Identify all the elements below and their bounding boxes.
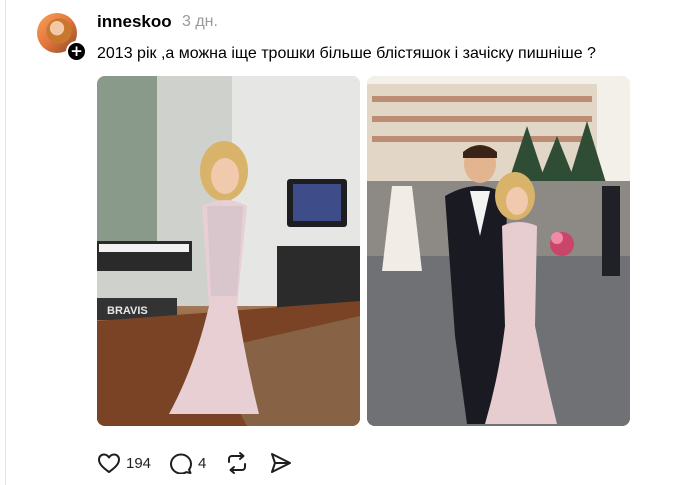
repost-button[interactable] — [224, 451, 250, 475]
photo-2-scene — [367, 76, 630, 426]
username[interactable]: inneskoo — [97, 12, 172, 32]
photo-1-scene: BRAVIS — [97, 76, 360, 426]
post-timestamp[interactable]: 3 дн. — [182, 13, 218, 31]
reply-button[interactable]: 4 — [169, 452, 206, 474]
post-actions: 194 4 — [97, 450, 312, 476]
follow-plus-icon[interactable]: + — [66, 41, 87, 62]
avatar[interactable]: + — [37, 13, 87, 62]
repost-icon — [224, 451, 250, 475]
like-count: 194 — [126, 454, 152, 472]
send-icon — [268, 451, 294, 475]
comment-bubble-icon — [169, 452, 193, 474]
post-photo-1[interactable]: BRAVIS — [97, 76, 360, 426]
post-photo-2[interactable] — [367, 76, 630, 426]
heart-icon — [97, 452, 121, 474]
post-text: 2013 рік ,а можна іще трошки більше бліс… — [97, 45, 596, 62]
like-button[interactable]: 194 — [97, 452, 151, 474]
reply-count: 4 — [198, 454, 207, 472]
share-button[interactable] — [268, 451, 294, 475]
column-divider — [5, 0, 6, 485]
bravis-sign: BRAVIS — [107, 305, 148, 317]
